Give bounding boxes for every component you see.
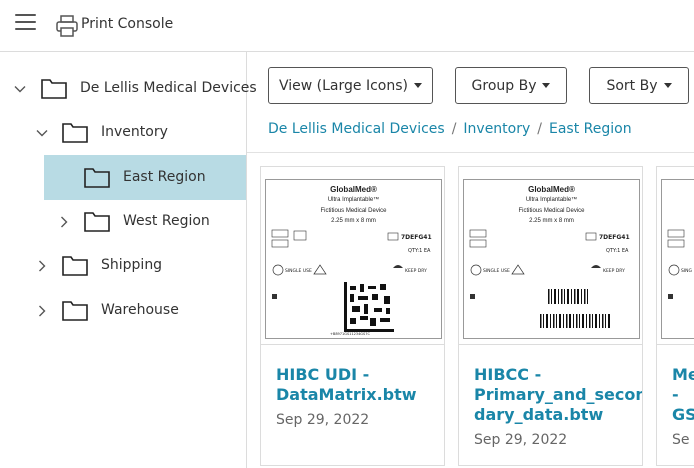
- chevron-down-icon[interactable]: [14, 83, 26, 95]
- folder-icon: [62, 256, 88, 276]
- tree-item-west-region[interactable]: West Region: [0, 199, 246, 244]
- tree-item-de-lellis[interactable]: De Lellis Medical Devices: [0, 66, 257, 111]
- document-date: Se: [672, 432, 690, 448]
- tree-item-label: De Lellis Medical Devices: [80, 80, 257, 96]
- tree-item-label: Inventory: [101, 124, 168, 140]
- tree-item-inventory[interactable]: Inventory: [0, 110, 246, 155]
- view-dropdown-label: View (Large Icons): [279, 77, 408, 94]
- caret-down-icon: [414, 83, 422, 88]
- label-thumbnail: GlobalMed® Ultra Implantable™ Fictitious…: [265, 179, 442, 339]
- folder-icon: [41, 79, 67, 99]
- breadcrumb-link[interactable]: East Region: [549, 121, 632, 137]
- thumb-product: Ultra Implantable™: [327, 197, 380, 203]
- document-name-line: HIBC UDI -: [276, 365, 370, 384]
- label-thumbnail: GlobalMed® Ultra Implantable™ Fictitious…: [463, 179, 640, 339]
- folder-icon: [62, 301, 88, 321]
- svg-text:+B8971GS11234GS7C: +B8971GS11234GS7C: [330, 332, 370, 336]
- breadcrumb-separator: /: [451, 121, 457, 137]
- svg-text:7DEFG41: 7DEFG41: [599, 234, 630, 241]
- thumb-size: 2.25 mm x 8 mm: [331, 218, 376, 224]
- document-name-line: Primary_and_secon: [474, 385, 643, 404]
- folder-icon: [84, 212, 110, 232]
- printer-icon: [56, 15, 78, 37]
- chevron-right-icon[interactable]: [36, 260, 48, 272]
- breadcrumb-link[interactable]: De Lellis Medical Devices: [268, 121, 445, 137]
- folder-tree: De Lellis Medical Devices Inventory East…: [0, 52, 257, 468]
- hamburger-menu-icon[interactable]: [15, 14, 36, 34]
- document-name-line: GS: [672, 405, 694, 424]
- document-date: Sep 29, 2022: [474, 432, 568, 448]
- group-by-button[interactable]: Group By: [455, 67, 567, 104]
- caret-down-icon: [663, 83, 672, 88]
- breadcrumb-link[interactable]: Inventory: [463, 121, 530, 137]
- tree-item-shipping[interactable]: Shipping: [0, 243, 246, 288]
- document-name-line: DataMatrix.btw: [276, 385, 417, 404]
- document-card[interactable]: GlobalMed® Ultra Implantable™ Fictitious…: [458, 166, 643, 466]
- card-separator: [459, 344, 642, 345]
- label-graphics: 7DEFG41 QTY:1 EA SINGLE USE KEEP DRY +B8…: [271, 229, 432, 336]
- chevron-right-icon[interactable]: [36, 305, 48, 317]
- svg-text:SING: SING: [681, 268, 693, 274]
- document-date: Sep 29, 2022: [276, 412, 370, 428]
- thumb-brand: GlobalMed®: [330, 185, 377, 194]
- document-name[interactable]: Me - GS: [672, 365, 694, 425]
- tree-item-label: West Region: [123, 213, 210, 229]
- tree-item-label: Shipping: [101, 257, 163, 273]
- chevron-right-icon[interactable]: [58, 216, 70, 228]
- document-name-line: Me: [672, 365, 694, 384]
- app-title: Print Console: [81, 16, 174, 32]
- svg-text:SINGLE USE: SINGLE USE: [483, 268, 510, 274]
- svg-text:QTY:1 EA: QTY:1 EA: [408, 248, 431, 254]
- tree-item-label: Warehouse: [101, 302, 179, 318]
- document-name-line: -: [672, 385, 679, 404]
- breadcrumb-separator: /: [537, 121, 542, 137]
- chevron-down-icon[interactable]: [36, 127, 48, 139]
- thumb-device: Fictitious Medical Device: [320, 208, 387, 214]
- tree-item-east-region[interactable]: East Region: [44, 155, 246, 200]
- folder-icon: [84, 168, 110, 188]
- svg-text:7DEFG41: 7DEFG41: [401, 234, 432, 241]
- folder-icon: [62, 123, 88, 143]
- label-graphics: SING: [667, 229, 693, 299]
- document-card[interactable]: SING Me - GS Se: [656, 166, 694, 466]
- document-name[interactable]: HIBC UDI - DataMatrix.btw: [276, 365, 417, 405]
- document-card[interactable]: GlobalMed® Ultra Implantable™ Fictitious…: [260, 166, 445, 466]
- sort-by-label: Sort By: [606, 77, 658, 94]
- svg-text:SINGLE USE: SINGLE USE: [285, 268, 312, 274]
- label-graphics: 7DEFG41 QTY:1 EA SINGLE USE KEEP DRY: [469, 229, 630, 328]
- svg-text:QTY:1 EA: QTY:1 EA: [606, 248, 629, 254]
- thumb-size: 2.25 mm x 8 mm: [529, 218, 574, 224]
- view-dropdown-button[interactable]: View (Large Icons): [268, 67, 433, 104]
- label-thumbnail: SING: [661, 179, 694, 339]
- sort-by-button[interactable]: Sort By: [589, 67, 689, 104]
- top-bar: Print Console: [0, 0, 694, 52]
- content-divider: [247, 152, 694, 153]
- document-name-line: HIBCC -: [474, 365, 542, 384]
- svg-text:KEEP DRY: KEEP DRY: [405, 268, 427, 274]
- thumb-brand: GlobalMed®: [528, 185, 575, 194]
- document-name-line: dary_data.btw: [474, 405, 604, 424]
- breadcrumb: De Lellis Medical Devices / Inventory / East…: [268, 121, 632, 137]
- svg-text:KEEP DRY: KEEP DRY: [603, 268, 625, 274]
- document-name[interactable]: HIBCC - Primary_and_secon dary_data.btw: [474, 365, 643, 425]
- thumb-device: Fictitious Medical Device: [518, 208, 585, 214]
- card-separator: [261, 344, 444, 345]
- thumb-product: Ultra Implantable™: [525, 197, 578, 203]
- group-by-label: Group By: [471, 77, 537, 94]
- tree-item-warehouse[interactable]: Warehouse: [0, 288, 246, 333]
- caret-down-icon: [542, 83, 551, 88]
- tree-item-label: East Region: [123, 169, 206, 185]
- card-separator: [657, 344, 694, 345]
